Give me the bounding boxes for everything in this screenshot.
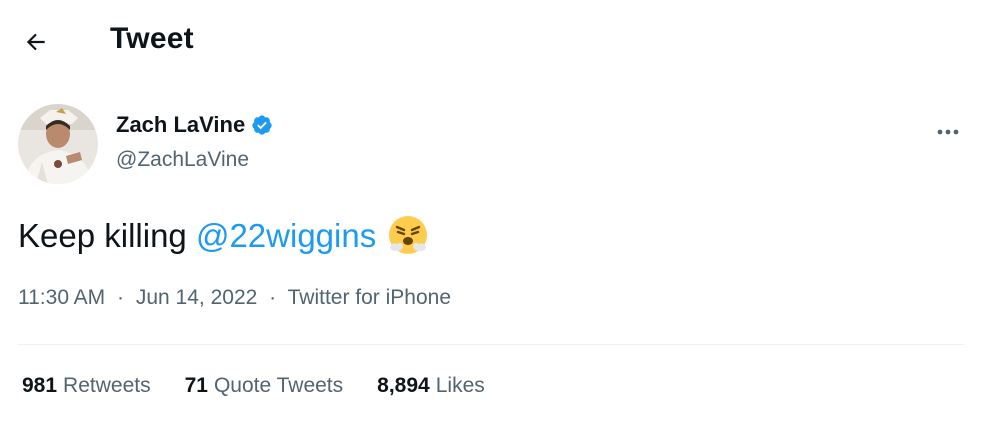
likes-stat[interactable]: 8,894 Likes bbox=[377, 374, 485, 398]
tweet-stats: 981 Retweets 71 Quote Tweets 8,894 Likes bbox=[22, 374, 519, 398]
tweet-date[interactable]: Jun 14, 2022 bbox=[136, 286, 257, 309]
quote-tweets-label: Quote Tweets bbox=[213, 374, 344, 397]
likes-count: 8,894 bbox=[377, 374, 430, 397]
display-name[interactable]: Zach LaVine bbox=[116, 112, 245, 138]
tweet-meta: 11:30 AM · Jun 14, 2022 · Twitter for iP… bbox=[18, 286, 451, 310]
retweets-count: 981 bbox=[22, 374, 58, 397]
avatar[interactable] bbox=[18, 104, 98, 184]
tweet-time[interactable]: 11:30 AM bbox=[18, 286, 105, 309]
back-arrow-icon bbox=[26, 33, 45, 51]
more-dots-icon bbox=[937, 129, 959, 135]
page-title: Tweet bbox=[110, 22, 194, 55]
avatar-image bbox=[18, 104, 98, 184]
divider bbox=[18, 344, 964, 345]
separator-dot: · bbox=[117, 286, 125, 309]
more-options-button[interactable] bbox=[930, 114, 966, 150]
likes-label: Likes bbox=[435, 374, 485, 397]
name-row: Zach LaVine bbox=[116, 112, 273, 138]
retweets-stat[interactable]: 981 Retweets bbox=[22, 374, 151, 398]
face-with-steam-from-nose-emoji bbox=[389, 216, 428, 254]
tweet-text-body: Keep killing bbox=[18, 217, 196, 254]
quote-tweets-count: 71 bbox=[184, 374, 208, 397]
tweet-author: Zach LaVine @ZachLaVine bbox=[18, 104, 978, 188]
back-button[interactable] bbox=[18, 24, 54, 60]
user-handle[interactable]: @ZachLaVine bbox=[116, 148, 249, 172]
tweet-source[interactable]: Twitter for iPhone bbox=[288, 286, 451, 309]
separator-dot: · bbox=[269, 286, 277, 309]
mention-link[interactable]: @22wiggins bbox=[196, 217, 376, 254]
verified-badge-icon bbox=[252, 115, 272, 135]
quote-tweets-stat[interactable]: 71 Quote Tweets bbox=[185, 374, 344, 398]
tweet-text: Keep killing @22wiggins bbox=[18, 212, 430, 260]
retweets-label: Retweets bbox=[63, 374, 151, 397]
top-bar: Tweet bbox=[0, 0, 1000, 84]
